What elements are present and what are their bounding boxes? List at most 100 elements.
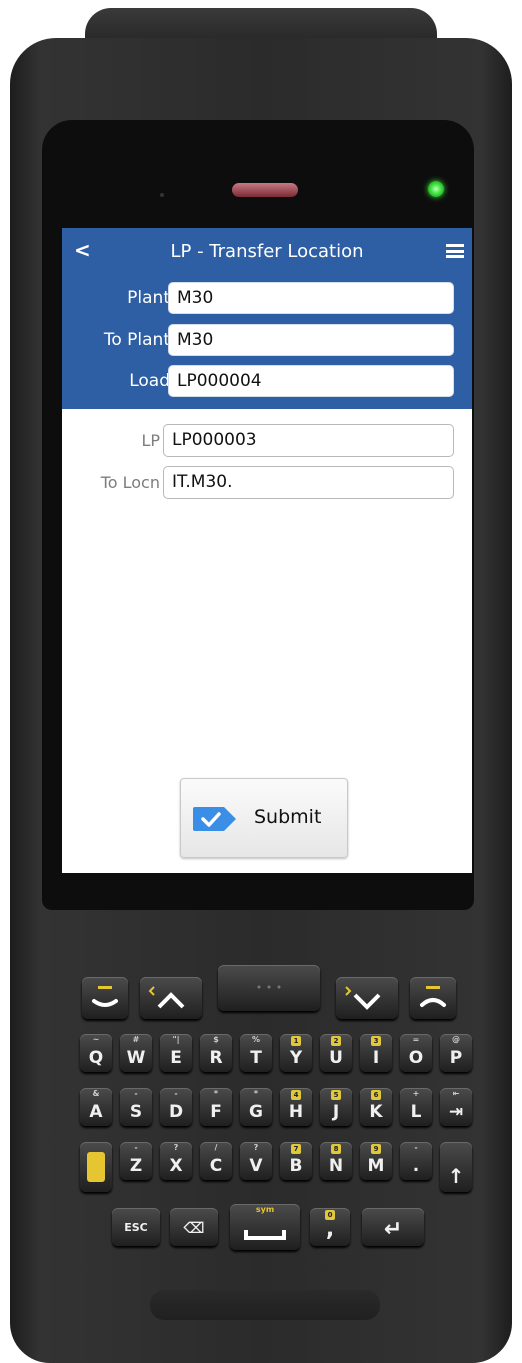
enter-arrow-icon: ↵ <box>383 1217 403 1242</box>
key-f-sub: * <box>213 1089 219 1098</box>
comma-key[interactable]: 0, <box>310 1208 350 1246</box>
key-period[interactable]: -. <box>400 1142 432 1180</box>
key-q[interactable]: ~ Q <box>80 1034 112 1072</box>
submit-label: Submit <box>254 806 322 828</box>
plant-label: Plant <box>127 288 170 308</box>
header-panel: Plant M30 To Plant M30 Load LP000004 <box>62 276 472 409</box>
key-tab-label: ⇥ <box>448 1102 464 1122</box>
backspace-icon: ⌫ <box>183 1219 205 1237</box>
down-key[interactable] <box>336 977 398 1019</box>
key-period-label: . <box>412 1156 420 1176</box>
space-key[interactable]: sym <box>230 1204 300 1250</box>
key-c[interactable]: / C <box>200 1142 232 1180</box>
to-locn-field[interactable]: IT.M30. <box>163 466 454 499</box>
earpiece-speaker <box>232 183 298 197</box>
to-locn-row: To Locn IT.M30. <box>62 466 472 500</box>
key-i-sub: 3 <box>371 1036 381 1046</box>
enter-key[interactable]: ↵ <box>362 1208 424 1246</box>
key-h-label: H <box>288 1102 304 1122</box>
key-k[interactable]: 6K <box>360 1088 392 1126</box>
to-plant-field[interactable]: M30 <box>168 324 454 356</box>
device-bottom-bumper <box>150 1290 380 1320</box>
key-n-sub: 8 <box>331 1144 341 1154</box>
key-b-label: B <box>289 1156 303 1176</box>
key-shift[interactable]: ↑ <box>440 1142 472 1192</box>
key-x[interactable]: ? X <box>160 1142 192 1180</box>
key-d-label: D <box>168 1102 184 1122</box>
key-r-label: R <box>209 1048 223 1068</box>
key-k-label: K <box>369 1102 383 1122</box>
key-m[interactable]: 9M <box>360 1142 392 1180</box>
key-j-sub: 5 <box>331 1090 341 1100</box>
key-q-sub: ~ <box>92 1035 100 1044</box>
call-key[interactable] <box>82 977 128 1019</box>
key-tab[interactable]: ⇤ ⇥ <box>440 1088 472 1126</box>
key-f[interactable]: * F <box>200 1088 232 1126</box>
key-j[interactable]: 5J <box>320 1088 352 1126</box>
hamburger-menu-icon[interactable] <box>446 244 464 258</box>
key-l[interactable]: + L <box>400 1088 432 1126</box>
key-o-sub: = <box>412 1035 420 1044</box>
lp-field[interactable]: LP000003 <box>163 424 454 457</box>
key-w-label: W <box>126 1048 146 1068</box>
key-s-label: S <box>129 1102 143 1122</box>
key-z[interactable]: -Z <box>120 1142 152 1180</box>
status-led <box>428 181 444 197</box>
key-b[interactable]: 7B <box>280 1142 312 1180</box>
plant-row: Plant M30 <box>62 282 472 314</box>
key-l-sub: + <box>412 1089 420 1098</box>
app-bar: < LP - Transfer Location <box>62 228 472 276</box>
key-y[interactable]: 1Y <box>280 1034 312 1072</box>
key-h-sub: 4 <box>291 1090 301 1100</box>
key-d-sub: - <box>174 1089 178 1098</box>
key-g[interactable]: * G <box>240 1088 272 1126</box>
key-t[interactable]: % T <box>240 1034 272 1072</box>
chevron-down-icon <box>345 986 381 1010</box>
esc-key[interactable]: ESC <box>112 1208 160 1246</box>
submit-check-icon <box>193 807 236 831</box>
backspace-key[interactable]: ⌫ <box>170 1208 218 1246</box>
key-n-label: N <box>328 1156 344 1176</box>
key-d[interactable]: -D <box>160 1088 192 1126</box>
key-u-sub: 2 <box>331 1036 341 1046</box>
key-x-label: X <box>169 1156 183 1176</box>
key-v[interactable]: ? V <box>240 1142 272 1180</box>
key-n[interactable]: 8N <box>320 1142 352 1180</box>
key-a[interactable]: & A <box>80 1088 112 1126</box>
key-p-label: P <box>449 1048 463 1068</box>
key-g-label: G <box>249 1102 263 1122</box>
key-f-label: F <box>210 1102 222 1122</box>
load-field[interactable]: LP000004 <box>168 365 454 397</box>
key-h[interactable]: 4H <box>280 1088 312 1126</box>
key-p[interactable]: @ P <box>440 1034 472 1072</box>
key-i[interactable]: 3I <box>360 1034 392 1072</box>
lp-row: LP LP000003 <box>62 424 472 458</box>
space-key-sub: sym <box>255 1205 275 1214</box>
key-e[interactable]: "| E <box>160 1034 192 1072</box>
key-m-sub: 9 <box>371 1144 381 1154</box>
key-m-label: M <box>367 1156 385 1176</box>
key-o[interactable]: = O <box>400 1034 432 1072</box>
key-s[interactable]: -S <box>120 1088 152 1126</box>
key-z-label: Z <box>129 1156 143 1176</box>
key-s-sub: - <box>134 1089 138 1098</box>
key-k-sub: 6 <box>371 1090 381 1100</box>
key-b-sub: 7 <box>291 1144 301 1154</box>
end-call-key[interactable] <box>410 977 456 1019</box>
lp-label: LP <box>141 431 160 450</box>
key-u[interactable]: 2U <box>320 1034 352 1072</box>
key-u-label: U <box>329 1048 343 1068</box>
key-w-sub: # <box>132 1035 140 1044</box>
scan-key[interactable] <box>218 965 320 1011</box>
key-r[interactable]: $ R <box>200 1034 232 1072</box>
to-plant-label: To Plant <box>103 330 170 350</box>
plant-field[interactable]: M30 <box>168 282 454 314</box>
key-function-yellow[interactable] <box>80 1142 112 1192</box>
key-j-label: J <box>332 1102 340 1122</box>
key-r-sub: $ <box>213 1035 219 1044</box>
key-o-label: O <box>408 1048 424 1068</box>
up-key[interactable] <box>140 977 202 1019</box>
key-w[interactable]: # W <box>120 1034 152 1072</box>
load-row: Load LP000004 <box>62 365 472 397</box>
submit-button[interactable]: Submit <box>180 778 348 858</box>
